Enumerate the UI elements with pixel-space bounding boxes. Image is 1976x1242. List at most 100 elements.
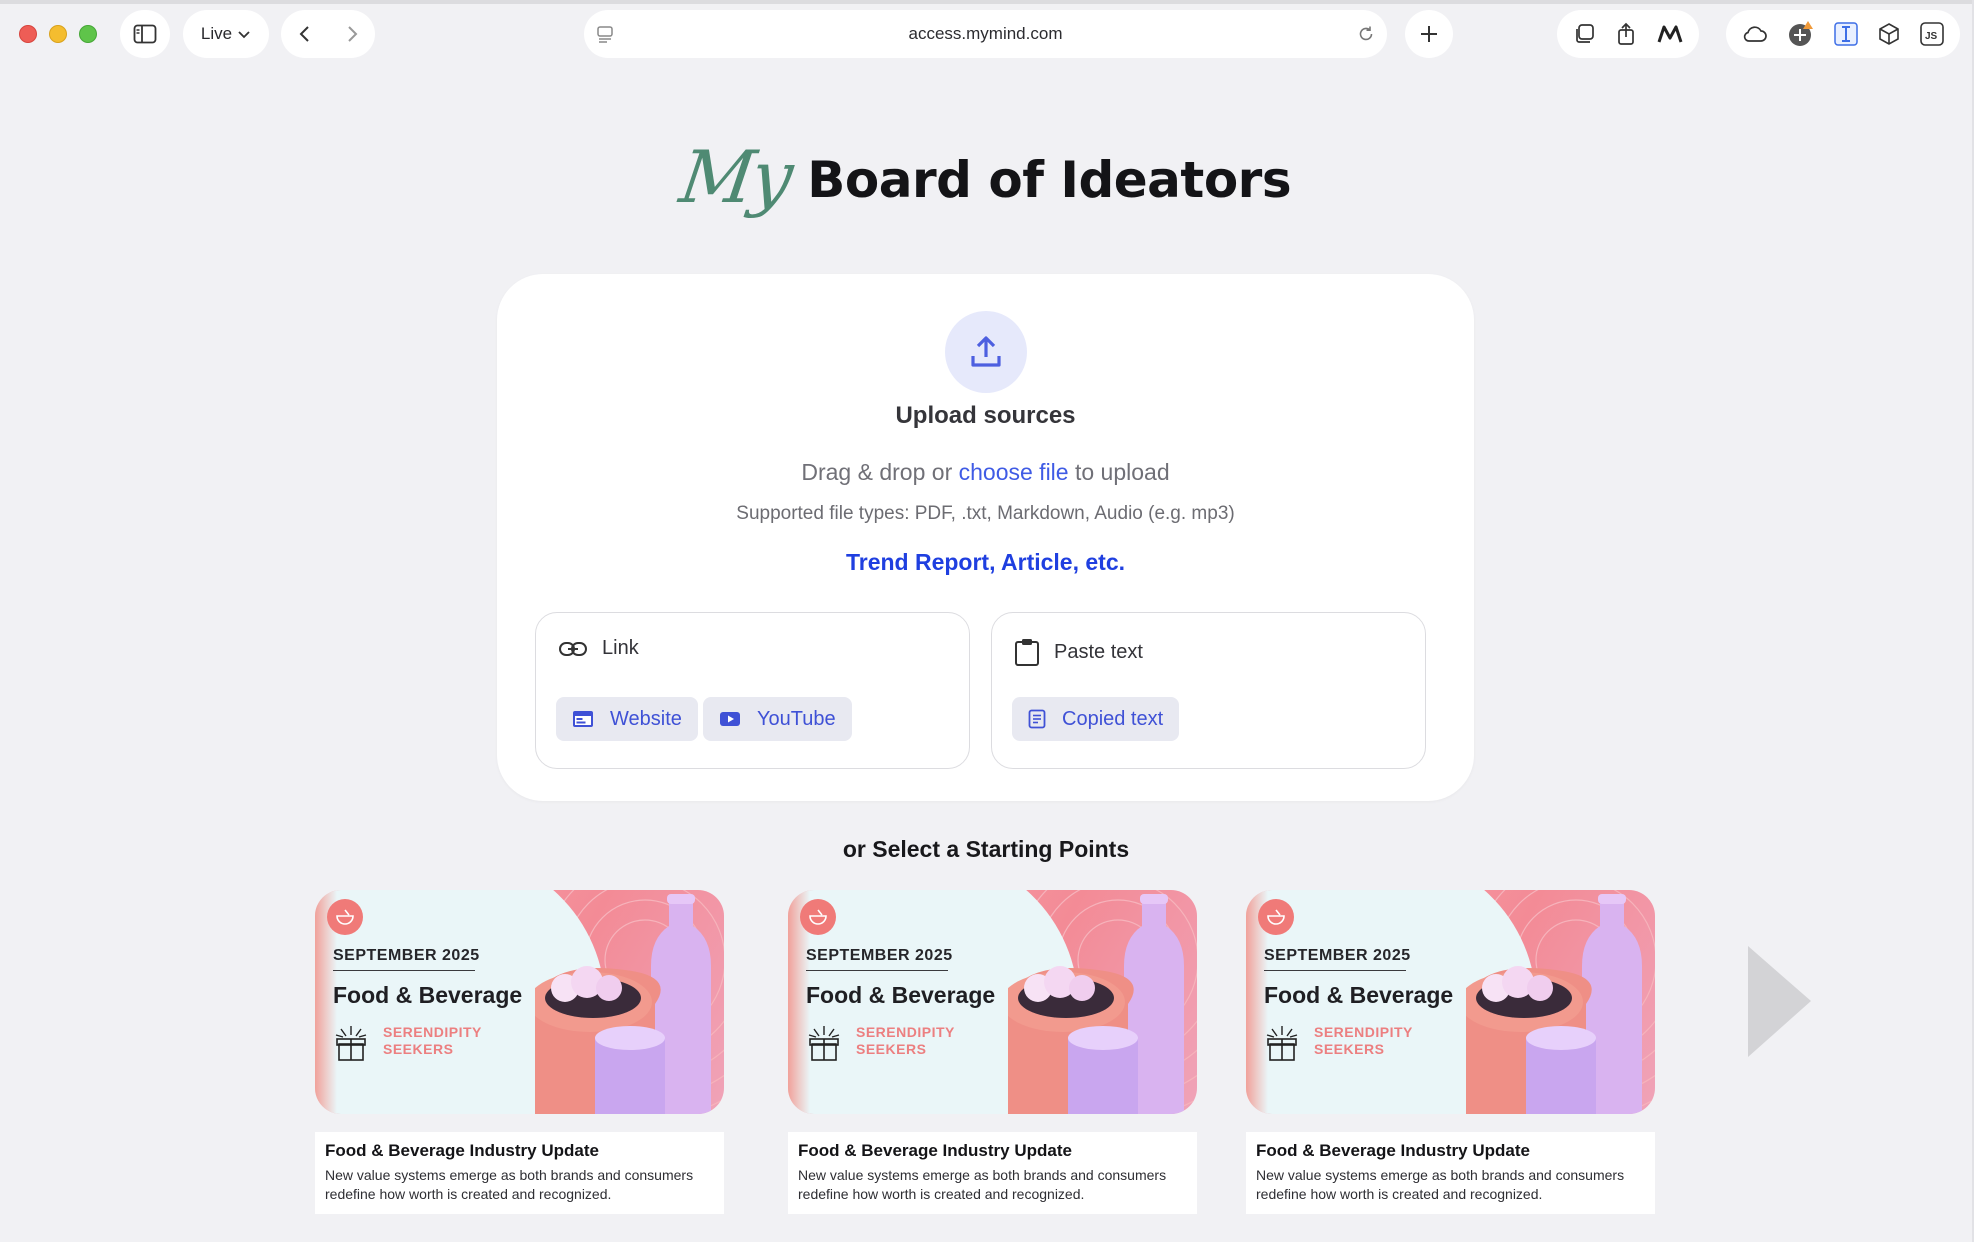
- copied-text-chip[interactable]: Copied text: [1012, 697, 1180, 741]
- card-text: Food & Beverage Industry Update New valu…: [315, 1132, 724, 1214]
- browser-window: Live access.mymind.com JS My Board of Id…: [0, 0, 1974, 1242]
- chevron-right-icon: [347, 26, 357, 42]
- thumbnail-category: Food & Beverage: [333, 982, 523, 1008]
- copied-text-chip-label: Copied text: [1062, 707, 1164, 730]
- paste-text-option-box: Paste text Copied text: [991, 612, 1426, 769]
- food-category-icon: [800, 899, 836, 935]
- box-extension-button[interactable]: [1877, 22, 1901, 46]
- youtube-chip-label: YouTube: [757, 707, 836, 730]
- video-play-icon: [720, 712, 740, 726]
- card-title: Food & Beverage Industry Update: [798, 1141, 1072, 1160]
- card-thumbnail: SEPTEMBER 2025 Food & Beverage SERENDIPI…: [1246, 890, 1655, 1114]
- food-illustration: [1466, 894, 1642, 1114]
- drag-drop-hint: Drag & drop or choose file to upload: [497, 459, 1474, 486]
- page-header: My Board of Ideators: [0, 130, 1972, 230]
- thumbnail-date: SEPTEMBER 2025: [1264, 947, 1411, 964]
- drag-drop-prefix: Drag & drop or: [801, 459, 953, 485]
- card-description: New value systems emerge as both brands …: [798, 1167, 1167, 1202]
- source-examples: Trend Report, Article, etc.: [845, 549, 1126, 575]
- js-extension-button[interactable]: JS: [1920, 22, 1945, 46]
- document-icon: [1028, 709, 1046, 729]
- extension-m-button[interactable]: [1657, 23, 1683, 45]
- reload-icon[interactable]: [1357, 25, 1375, 43]
- browser-window-icon: [573, 711, 593, 727]
- clipboard-icon: [1015, 639, 1039, 666]
- tab-group-label: Live: [200, 24, 233, 43]
- paste-option-label: Paste text: [1054, 640, 1143, 663]
- history-nav: [281, 10, 375, 58]
- js-icon: JS: [1920, 22, 1945, 46]
- food-category-icon: [1258, 899, 1294, 935]
- card-description: New value systems emerge as both brands …: [325, 1167, 694, 1202]
- upload-title: Upload sources: [895, 402, 1076, 429]
- address-bar[interactable]: access.mymind.com: [584, 10, 1387, 58]
- thumbnail-category: Food & Beverage: [1264, 982, 1454, 1008]
- close-window-button[interactable]: [19, 25, 37, 43]
- food-illustration: [535, 894, 711, 1114]
- m-logo-icon: [1657, 25, 1683, 43]
- starting-points-heading: or Select a Starting Points: [842, 836, 1130, 862]
- card-thumbnail: SEPTEMBER 2025 Food & Beverage SERENDIPI…: [788, 890, 1197, 1114]
- gift-box-logo-icon: [808, 1026, 840, 1061]
- choose-file-link[interactable]: choose file: [959, 459, 1069, 485]
- add-extension-button[interactable]: [1787, 20, 1815, 48]
- link-option-box: Link Website YouTube: [535, 612, 970, 769]
- sidebar-toggle-button[interactable]: [120, 10, 170, 58]
- link-option-label: Link: [602, 637, 639, 659]
- cube-icon: [1879, 23, 1899, 45]
- gift-box-logo-icon: [335, 1026, 367, 1061]
- new-tab-button[interactable]: [1405, 10, 1453, 58]
- share-button[interactable]: [1616, 22, 1636, 46]
- tab-group-selector[interactable]: Live: [183, 10, 269, 58]
- cloud-extension-button[interactable]: [1742, 24, 1768, 44]
- youtube-chip[interactable]: YouTube: [703, 697, 852, 741]
- starting-point-card[interactable]: SEPTEMBER 2025 Food & Beverage SERENDIPI…: [788, 890, 1197, 1214]
- website-chip-label: Website: [610, 707, 682, 730]
- tab-overview-button[interactable]: [1573, 23, 1595, 45]
- thumbnail-brand: SERENDIPITY SEEKERS: [856, 1024, 955, 1057]
- chevron-left-icon: [299, 26, 309, 42]
- back-button[interactable]: [298, 24, 312, 44]
- minimize-window-button[interactable]: [49, 25, 67, 43]
- thumbnail-date: SEPTEMBER 2025: [806, 947, 953, 964]
- starting-point-card[interactable]: SEPTEMBER 2025 Food & Beverage SERENDIPI…: [315, 890, 724, 1214]
- drag-drop-suffix: to upload: [1074, 459, 1170, 485]
- thumbnail-brand: SERENDIPITY SEEKERS: [1314, 1024, 1413, 1057]
- sidebar-icon: [133, 24, 157, 44]
- supported-file-types: Supported file types: PDF, .txt, Markdow…: [736, 503, 1235, 524]
- card-description: New value systems emerge as both brands …: [1256, 1167, 1625, 1202]
- next-arrow-icon[interactable]: [1745, 944, 1815, 1059]
- url-text: access.mymind.com: [908, 24, 1063, 43]
- upload-button[interactable]: [945, 311, 1027, 393]
- food-category-icon: [327, 899, 363, 935]
- upload-icon: [971, 336, 1001, 367]
- thumbnail-date: SEPTEMBER 2025: [333, 947, 480, 964]
- forward-button[interactable]: [345, 24, 359, 44]
- website-chip[interactable]: Website: [556, 697, 698, 741]
- starting-point-card[interactable]: SEPTEMBER 2025 Food & Beverage SERENDIPI…: [1246, 890, 1655, 1214]
- thumbnail-category: Food & Beverage: [806, 982, 996, 1008]
- card-text: Food & Beverage Industry Update New valu…: [1246, 1132, 1655, 1214]
- link-option-header: Link: [558, 637, 639, 660]
- gift-box-logo-icon: [1266, 1026, 1298, 1061]
- cloud-icon: [1743, 26, 1767, 42]
- tabs-icon: [1576, 24, 1595, 43]
- share-icon: [1618, 22, 1634, 45]
- thumbnail-brand: SERENDIPITY SEEKERS: [383, 1024, 482, 1057]
- text-cursor-extension-button[interactable]: [1834, 22, 1858, 46]
- plus-icon: [1421, 26, 1437, 42]
- card-title: Food & Beverage Industry Update: [1256, 1141, 1530, 1160]
- paste-option-header: Paste text: [1014, 637, 1143, 667]
- plus-circle-icon: [1788, 21, 1813, 46]
- card-title: Food & Beverage Industry Update: [325, 1141, 599, 1160]
- upload-sources-card[interactable]: Upload sources Drag & drop or choose fil…: [497, 274, 1474, 801]
- zoom-window-button[interactable]: [79, 25, 97, 43]
- page-title: Board of Ideators: [807, 151, 1292, 209]
- brand-script-prefix: My: [674, 135, 796, 219]
- toolbar-actions: [1557, 10, 1699, 58]
- card-thumbnail: SEPTEMBER 2025 Food & Beverage SERENDIPI…: [315, 890, 724, 1114]
- svg-text:JS: JS: [1925, 31, 1938, 42]
- card-text: Food & Beverage Industry Update New valu…: [788, 1132, 1197, 1214]
- text-cursor-icon: [1834, 22, 1858, 46]
- chevron-down-icon: [238, 31, 250, 39]
